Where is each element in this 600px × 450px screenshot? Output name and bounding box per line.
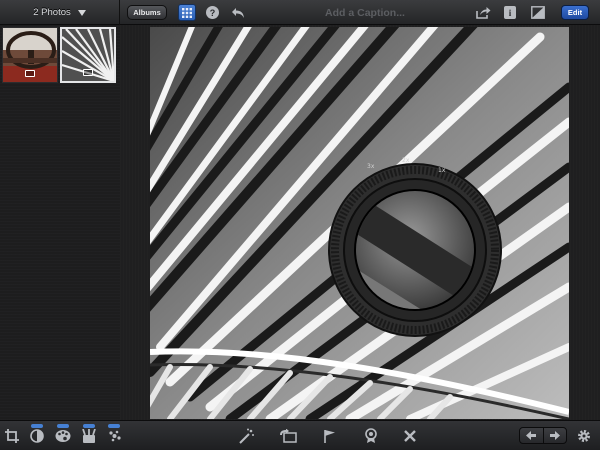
help-icon[interactable]: ? xyxy=(206,6,219,19)
color-tool-button[interactable] xyxy=(54,424,72,445)
photo-badge-icon xyxy=(83,69,93,76)
color-palette-icon xyxy=(55,430,71,442)
loupe-zoom-2x: 2x xyxy=(402,157,410,164)
prev-arrow-icon xyxy=(526,431,537,440)
loupe-zoom-1x: 1x xyxy=(438,167,446,174)
photo-count-label: 2 Photos xyxy=(33,7,71,18)
caption-input[interactable] xyxy=(300,4,430,21)
tab-indicator xyxy=(83,424,95,428)
grid-icon xyxy=(182,7,192,18)
thumbnail-2[interactable] xyxy=(60,27,116,83)
auto-enhance-button[interactable] xyxy=(238,427,256,445)
gear-icon xyxy=(578,430,590,442)
previous-photo-button[interactable] xyxy=(520,428,543,443)
exposure-tool-button[interactable] xyxy=(28,424,46,445)
photo-count-selector[interactable]: 2 Photos xyxy=(0,0,120,25)
main-photo[interactable]: 3x 2x 1x xyxy=(150,27,569,419)
photo-badge-icon xyxy=(25,70,35,77)
flag-icon xyxy=(324,430,335,443)
thumbnail-1[interactable] xyxy=(2,27,58,83)
thumbnail-panel xyxy=(0,25,120,420)
tab-indicator xyxy=(108,424,120,428)
favorite-button[interactable] xyxy=(362,427,380,445)
magic-wand-icon xyxy=(239,428,254,444)
top-toolbar: 2 Photos Albums ? i Edit xyxy=(0,0,600,25)
tab-indicator xyxy=(57,424,69,428)
brushes-icon xyxy=(82,429,96,443)
info-icon[interactable]: i xyxy=(504,6,516,19)
tab-indicator xyxy=(31,424,43,428)
loupe-zoom-3x: 3x xyxy=(367,163,375,170)
undo-icon xyxy=(232,7,244,18)
photo-viewer: 3x 2x 1x xyxy=(120,25,600,420)
albums-button[interactable]: Albums xyxy=(127,5,167,20)
share-icon xyxy=(475,7,490,19)
undo-button[interactable] xyxy=(231,5,247,20)
reject-icon xyxy=(404,430,416,442)
exposure-icon xyxy=(30,429,44,443)
compare-icon xyxy=(530,6,545,19)
reject-button[interactable] xyxy=(401,427,419,445)
next-photo-button[interactable] xyxy=(542,428,567,443)
flag-button[interactable] xyxy=(321,427,339,445)
palm-leaf-photo: 3x 2x 1x xyxy=(150,27,569,419)
edit-button[interactable]: Edit xyxy=(561,5,589,20)
rotate-icon xyxy=(280,429,297,443)
photo-navigation xyxy=(519,427,567,444)
favorite-icon xyxy=(365,428,377,443)
compare-button[interactable] xyxy=(530,5,545,20)
settings-button[interactable] xyxy=(575,427,593,445)
rotate-button[interactable] xyxy=(279,427,297,445)
crop-icon xyxy=(5,429,19,443)
share-button[interactable] xyxy=(475,5,491,20)
bottom-toolbar xyxy=(0,420,600,450)
effects-tool-button[interactable] xyxy=(105,424,123,445)
effects-icon xyxy=(108,430,121,441)
next-arrow-icon xyxy=(549,431,560,440)
chevron-down-icon xyxy=(77,9,86,16)
grid-view-button[interactable] xyxy=(178,4,196,21)
brushes-tool-button[interactable] xyxy=(80,424,98,445)
crop-tool-button[interactable] xyxy=(3,427,21,445)
